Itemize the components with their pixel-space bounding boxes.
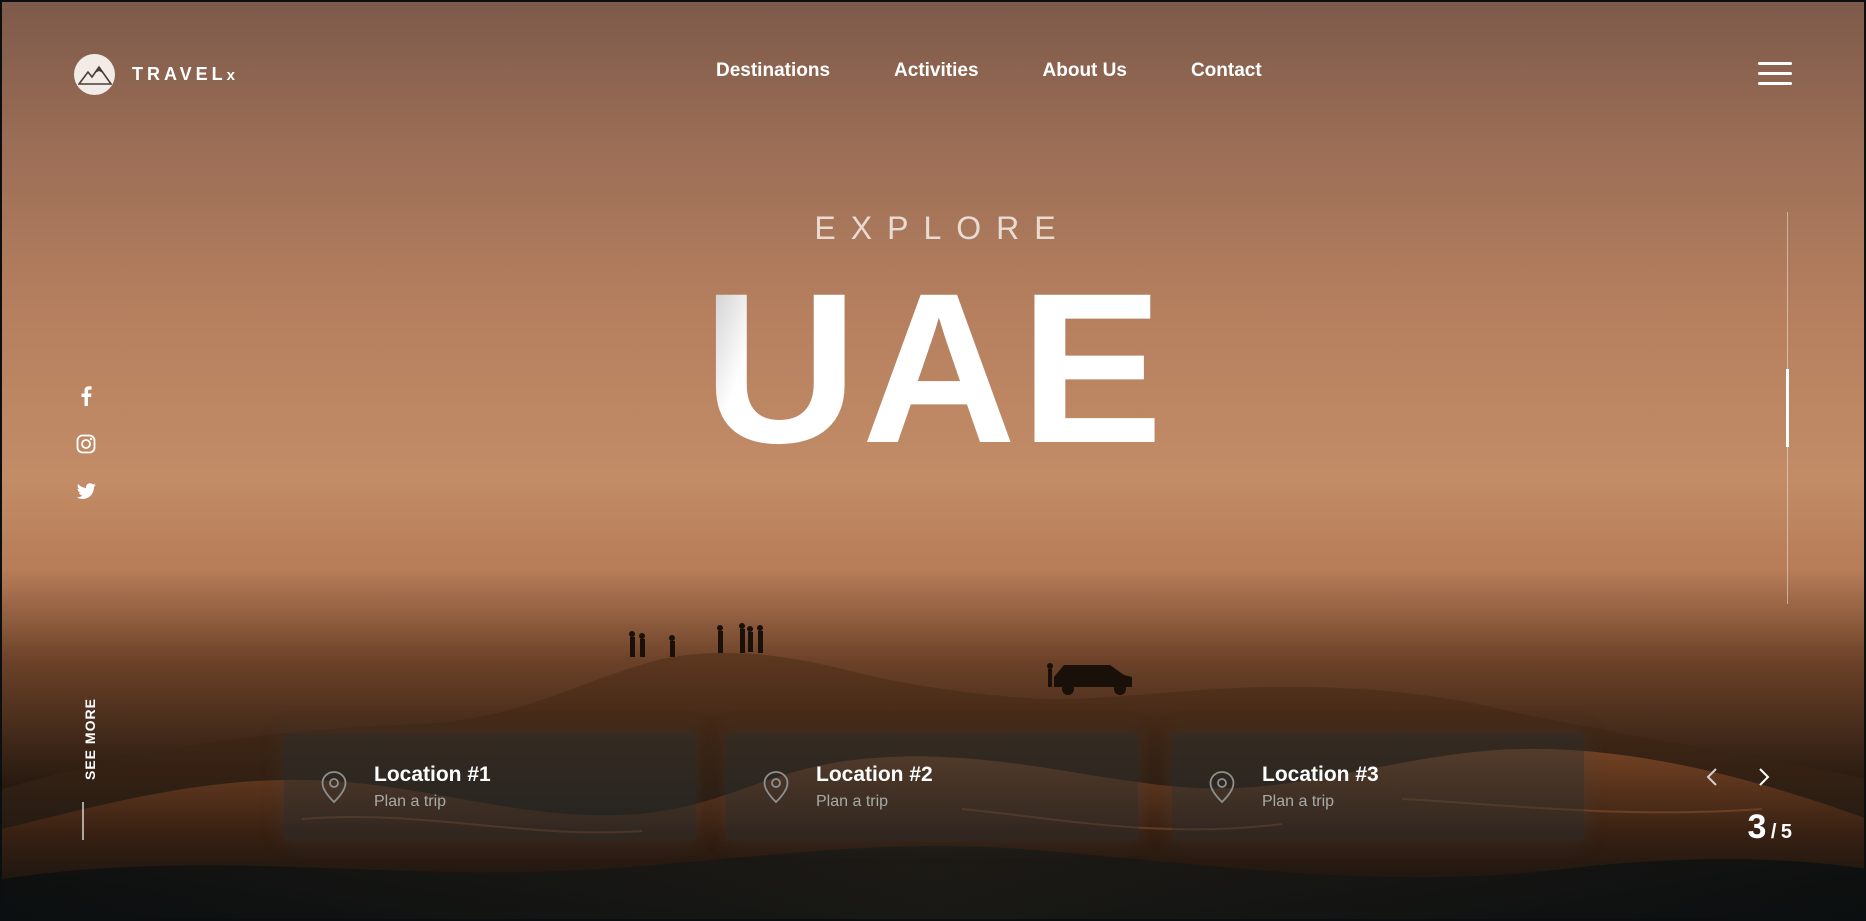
brand-suffix: x — [226, 67, 236, 84]
location-pin-icon — [763, 771, 789, 804]
see-more-link[interactable]: SEE MORE — [68, 692, 98, 782]
location-card-text: Location #1 Plan a trip — [374, 763, 491, 811]
hero-frame: TRAVELx Destinations Activities About Us… — [0, 0, 1866, 921]
chevron-left-icon[interactable] — [1702, 766, 1724, 788]
location-pin-icon — [321, 771, 347, 804]
location-card-text: Location #3 Plan a trip — [1262, 763, 1379, 811]
desert-dunes-image — [2, 623, 1864, 919]
nav-item-destinations[interactable]: Destinations — [716, 60, 830, 82]
main-nav: Destinations Activities About Us Contact — [716, 60, 1326, 82]
location-subtitle: Plan a trip — [816, 793, 889, 810]
slide-separator: / — [1770, 821, 1777, 843]
location-card-2[interactable]: Location #2 Plan a trip — [726, 734, 1138, 840]
brand-logo[interactable]: TRAVELx — [74, 54, 235, 95]
facebook-icon[interactable] — [74, 384, 98, 408]
see-more-label: SEE MORE — [82, 698, 98, 780]
social-links — [74, 384, 98, 504]
location-title: Location #2 — [816, 763, 933, 786]
slide-total: 5 — [1780, 821, 1792, 843]
hamburger-menu-icon[interactable] — [1758, 62, 1792, 86]
chevron-right-icon[interactable] — [1752, 766, 1774, 788]
slide-progress-track — [1786, 212, 1789, 604]
location-card-text: Location #2 Plan a trip — [816, 763, 933, 811]
location-title: Location #3 — [1262, 763, 1379, 786]
location-subtitle: Plan a trip — [1262, 793, 1335, 810]
nav-item-contact[interactable]: Contact — [1191, 60, 1262, 82]
brand-name: TRAVELx — [132, 64, 236, 84]
slide-counter: 3 / 5 — [1747, 808, 1792, 847]
slide-current: 3 — [1747, 808, 1767, 846]
mountain-icon — [74, 54, 115, 95]
location-pin-icon — [1209, 771, 1235, 804]
see-more-line — [82, 802, 84, 840]
location-card-1[interactable]: Location #1 Plan a trip — [284, 734, 696, 840]
location-card-3[interactable]: Location #3 Plan a trip — [1172, 734, 1584, 840]
hero-title: UAE — [2, 254, 1864, 484]
location-title: Location #1 — [374, 763, 491, 786]
hero-title-text: UAE — [703, 249, 1167, 488]
twitter-icon[interactable] — [74, 480, 98, 504]
instagram-icon[interactable] — [74, 432, 98, 456]
slide-progress-fill — [1786, 368, 1789, 448]
hero-eyebrow: EXPLORE — [814, 210, 1071, 246]
nav-item-about-us[interactable]: About Us — [1043, 60, 1127, 82]
nav-item-activities[interactable]: Activities — [894, 60, 978, 82]
location-subtitle: Plan a trip — [374, 793, 447, 810]
